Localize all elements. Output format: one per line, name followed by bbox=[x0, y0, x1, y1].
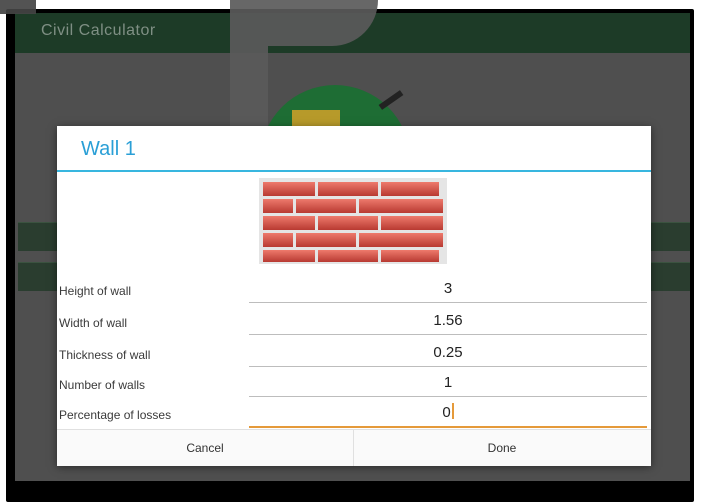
width-row: Width of wall 1.56 bbox=[57, 306, 651, 336]
watermark bbox=[0, 0, 36, 14]
wall-dialog: Wall 1 Height of wall 3 Width of wall 1.… bbox=[57, 126, 651, 466]
width-input[interactable]: 1.56 bbox=[249, 306, 647, 335]
title-divider bbox=[57, 170, 651, 172]
dialog-title: Wall 1 bbox=[81, 138, 136, 160]
height-row: Height of wall 3 bbox=[57, 274, 651, 304]
thickness-row: Thickness of wall 0.25 bbox=[57, 338, 651, 368]
losses-label: Percentage of losses bbox=[59, 408, 172, 422]
walls-count-label: Number of walls bbox=[59, 378, 146, 392]
done-button[interactable]: Done bbox=[354, 430, 650, 466]
walls-count-input[interactable]: 1 bbox=[249, 368, 647, 397]
cancel-button[interactable]: Cancel bbox=[57, 430, 354, 466]
app-title: Civil Calculator bbox=[41, 22, 156, 39]
thickness-input[interactable]: 0.25 bbox=[249, 338, 647, 367]
text-cursor bbox=[451, 403, 454, 419]
height-input[interactable]: 3 bbox=[249, 274, 647, 303]
dialog-actions: Cancel Done bbox=[57, 429, 651, 466]
width-label: Width of wall bbox=[59, 316, 128, 330]
thickness-label: Thickness of wall bbox=[59, 348, 151, 362]
losses-input[interactable]: 0 bbox=[249, 398, 647, 428]
losses-value: 0 bbox=[442, 404, 451, 421]
walls-count-row: Number of walls 1 bbox=[57, 368, 651, 398]
losses-row: Percentage of losses 0 bbox=[57, 398, 651, 428]
height-label: Height of wall bbox=[59, 284, 132, 298]
brick-wall-icon bbox=[255, 178, 451, 264]
